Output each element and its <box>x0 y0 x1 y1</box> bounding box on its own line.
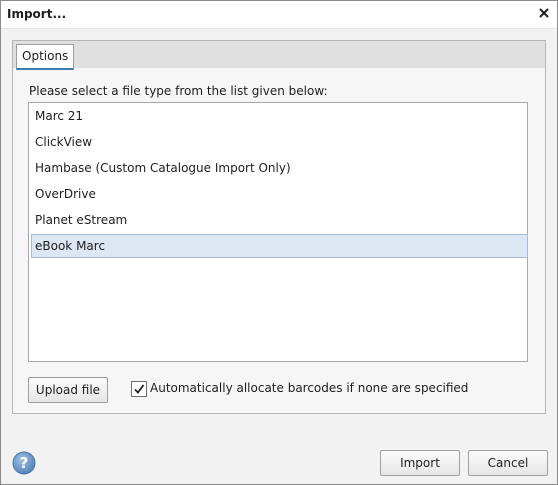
list-item-hambase[interactable]: Hambase (Custom Catalogue Import Only) <box>31 156 528 180</box>
file-type-list[interactable]: Marc 21 ClickView Hambase (Custom Catalo… <box>28 102 528 362</box>
dialog-title: Import... <box>7 7 67 21</box>
options-panel: Options Please select a file type from t… <box>12 40 546 414</box>
cancel-button[interactable]: Cancel <box>468 450 548 476</box>
list-item-overdrive[interactable]: OverDrive <box>31 182 528 206</box>
tab-options[interactable]: Options <box>16 44 75 70</box>
svg-text:?: ? <box>20 454 29 472</box>
tab-strip: Options <box>13 41 545 70</box>
file-type-prompt: Please select a file type from the list … <box>29 84 328 98</box>
list-item-marc21[interactable]: Marc 21 <box>31 104 528 128</box>
help-icon[interactable]: ? <box>12 451 36 475</box>
auto-barcode-label: Automatically allocate barcodes if none … <box>150 381 469 395</box>
auto-barcode-checkbox[interactable] <box>131 381 147 397</box>
upload-file-button[interactable]: Upload file <box>28 377 108 403</box>
import-dialog: Import... Options Please select a file t… <box>0 0 558 485</box>
list-item-clickview[interactable]: ClickView <box>31 130 528 154</box>
import-button[interactable]: Import <box>380 450 460 476</box>
close-icon[interactable] <box>537 6 551 20</box>
title-bar: Import... <box>1 1 557 29</box>
checkmark-icon <box>134 384 145 394</box>
list-item-planet-estream[interactable]: Planet eStream <box>31 208 528 232</box>
list-item-ebook-marc[interactable]: eBook Marc <box>31 234 528 258</box>
